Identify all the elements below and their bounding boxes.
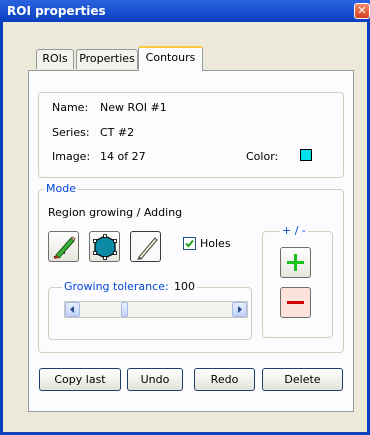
brush-icon: [137, 237, 158, 260]
tab-properties-label: Properties: [79, 52, 135, 65]
holes-label: Holes: [200, 237, 231, 250]
scroll-right-button[interactable]: [232, 302, 247, 317]
color-label: Color:: [246, 150, 279, 163]
tab-contours-label: Contours: [145, 51, 196, 64]
redo-button[interactable]: Redo: [194, 368, 255, 391]
checkmark-icon: [185, 239, 194, 248]
pen-tool-button[interactable]: [48, 231, 79, 262]
series-value: CT #2: [100, 126, 135, 139]
plus-icon: [287, 254, 304, 271]
tab-contours[interactable]: Contours: [138, 46, 203, 71]
close-button[interactable]: ✕: [354, 3, 370, 19]
copy-last-label: Copy last: [54, 373, 106, 386]
plus-minus-legend: + / -: [280, 224, 308, 237]
copy-last-button[interactable]: Copy last: [39, 368, 121, 391]
delete-label: Delete: [284, 373, 321, 386]
redo-label: Redo: [210, 373, 239, 386]
name-value: New ROI #1: [100, 101, 167, 114]
delete-button[interactable]: Delete: [262, 368, 343, 391]
growing-tolerance-label: Growing tolerance:: [62, 280, 171, 293]
polygon-tool-button[interactable]: [89, 231, 120, 262]
slider-thumb[interactable]: [121, 302, 128, 317]
subtract-mode-button[interactable]: [280, 287, 311, 318]
add-mode-button[interactable]: [280, 247, 311, 278]
mode-legend: Mode: [44, 182, 78, 195]
holes-checkbox[interactable]: [183, 237, 196, 250]
image-value: 14 of 27: [100, 150, 146, 163]
brush-tool-button[interactable]: [130, 231, 161, 262]
minus-icon: [287, 301, 304, 304]
series-label: Series:: [52, 126, 90, 139]
name-label: Name:: [52, 101, 89, 114]
tab-rois-label: ROIs: [42, 52, 68, 65]
color-swatch[interactable]: [300, 149, 312, 161]
window-title: ROI properties: [7, 4, 106, 18]
arrow-left-icon: [70, 306, 74, 313]
undo-button[interactable]: Undo: [127, 368, 183, 391]
tolerance-slider[interactable]: [64, 301, 248, 318]
mode-description: Region growing / Adding: [48, 206, 183, 219]
arrow-right-icon: [238, 306, 242, 313]
scroll-left-button[interactable]: [65, 302, 80, 317]
growing-tolerance-value: 100: [172, 280, 197, 293]
polygon-icon: [93, 234, 117, 260]
undo-label: Undo: [140, 373, 170, 386]
close-icon: ✕: [357, 4, 367, 17]
title-bar: ROI properties ✕: [0, 0, 370, 22]
image-label: Image:: [52, 150, 91, 163]
tab-rois[interactable]: ROIs: [36, 49, 74, 69]
pen-icon: [53, 236, 76, 259]
tab-properties[interactable]: Properties: [76, 49, 138, 69]
